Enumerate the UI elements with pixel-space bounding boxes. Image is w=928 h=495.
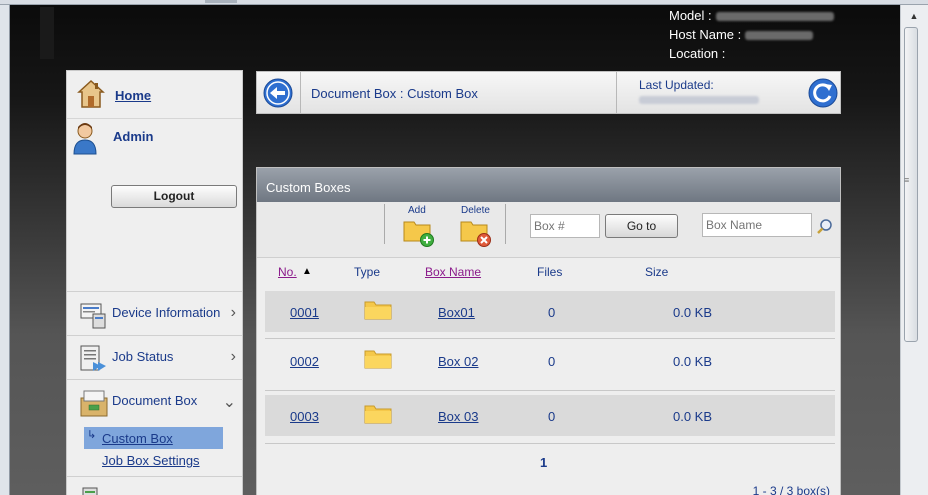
logout-button[interactable]: Logout (111, 185, 237, 208)
home-link[interactable]: Home (115, 88, 151, 103)
files-count: 0 (548, 354, 556, 369)
sort-ascending-icon: ▲ (302, 266, 312, 277)
custom-boxes-panel: Custom Boxes Add Delete Box # Go to Box … (256, 167, 841, 495)
host-info: Host Name : (669, 27, 814, 42)
sidebar-item-label: Job Status (112, 349, 174, 364)
page-header-bar: Document Box : Custom Box Last Updated: (256, 71, 841, 114)
goto-button[interactable]: Go to (605, 214, 678, 238)
box-number-input[interactable] (530, 214, 600, 238)
window-tab-edge (205, 0, 237, 3)
back-arrow-icon[interactable] (263, 78, 293, 108)
admin-avatar-icon (71, 121, 99, 158)
window-left-frame (0, 5, 10, 495)
admin-label: Admin (113, 129, 154, 144)
scrollbar-grip-icon: ≡ (904, 175, 910, 185)
model-label: Model : (669, 8, 712, 23)
box-name-link[interactable]: Box01 (438, 305, 475, 320)
sidebar-item-device-information[interactable]: Device Information › (67, 291, 242, 335)
box-count: 1 - 3 / 3 box(s) (752, 484, 830, 495)
sidebar-item-label: Device Information (112, 305, 221, 320)
host-value-redacted (745, 31, 814, 41)
sidebar-divider (67, 476, 242, 477)
box-size: 0.0 KB (673, 354, 713, 369)
box-size: 0.0 KB (673, 409, 713, 424)
sidebar-sub-item-job-box-settings[interactable]: Job Box Settings (102, 453, 200, 468)
table-header: No. ▲ Type Box Name Files Size (257, 258, 840, 288)
brand-logo-area (40, 7, 54, 59)
panel-title: Custom Boxes (257, 168, 840, 202)
toolbar: Add Delete Go to (257, 202, 840, 258)
location-info: Location : (669, 46, 725, 61)
chevron-right-icon: › (230, 348, 236, 365)
host-label: Host Name : (669, 27, 742, 42)
search-icon[interactable] (816, 218, 834, 239)
sidebar-admin: Admin (67, 119, 242, 173)
delete-label: Delete (461, 205, 490, 216)
last-updated-value-redacted (639, 96, 759, 104)
sidebar-sub-item-custom-box[interactable]: ↳ Custom Box (84, 427, 223, 449)
box-name-link[interactable]: Box 02 (438, 354, 478, 369)
column-header-type: Type (354, 265, 381, 279)
folder-icon (364, 404, 392, 427)
table-row: 0002 Box 02 0 0.0 KB (265, 340, 835, 381)
folder-icon (364, 349, 392, 372)
column-header-files: Files (537, 265, 563, 279)
add-box-icon[interactable] (403, 216, 435, 251)
page-background: Model : Host Name : Location : Home Admi… (10, 5, 900, 495)
scroll-up-arrow-icon[interactable]: ▲ (904, 7, 924, 25)
model-value-redacted (715, 12, 834, 22)
sidebar: Home Admin Logout Device Information › J… (66, 70, 243, 495)
refresh-icon[interactable] (808, 78, 838, 108)
chevron-down-icon: ⌄ (222, 394, 236, 411)
model-info: Model : (669, 8, 834, 23)
page-number[interactable]: 1 (540, 455, 547, 470)
files-count: 0 (548, 409, 556, 424)
files-count: 0 (548, 305, 556, 320)
job-status-icon (79, 344, 109, 377)
row-divider (265, 390, 835, 391)
sidebar-item-job-status[interactable]: Job Status › (67, 335, 242, 379)
header-divider (300, 72, 301, 113)
toolbar-divider (505, 204, 506, 244)
chevron-right-icon: › (230, 304, 236, 321)
location-label: Location : (669, 46, 726, 61)
table-row: 0003 Box 03 0 0.0 KB (265, 395, 835, 436)
more-menu-icon[interactable] (81, 486, 105, 495)
box-size: 0.0 KB (673, 305, 713, 320)
add-label: Add (408, 205, 426, 216)
box-number-link[interactable]: 0003 (290, 409, 319, 424)
column-header-box-name[interactable]: Box Name (425, 265, 481, 279)
box-number-link[interactable]: 0001 (290, 305, 319, 320)
column-header-no[interactable]: No. (278, 265, 297, 279)
sidebar-home: Home (67, 71, 242, 119)
box-name-link[interactable]: Box 03 (438, 409, 478, 424)
box-number-link[interactable]: 0002 (290, 354, 319, 369)
document-box-icon (79, 388, 109, 421)
delete-box-icon[interactable] (460, 216, 492, 251)
home-icon (77, 79, 105, 112)
table-row: 0001 Box01 0 0.0 KB (265, 291, 835, 332)
last-updated-label: Last Updated: (639, 78, 714, 92)
column-header-size: Size (645, 265, 669, 279)
toolbar-divider (384, 204, 385, 244)
sub-item-label: Custom Box (102, 431, 173, 446)
folder-icon (364, 300, 392, 323)
row-divider (265, 338, 835, 339)
device-info-icon (79, 300, 109, 333)
vertical-scrollbar[interactable]: ▲ ≡ (900, 5, 928, 495)
sub-item-arrow-icon: ↳ (87, 429, 97, 441)
box-name-search-input[interactable] (702, 213, 812, 237)
sidebar-item-document-box[interactable]: Document Box ⌄ (67, 379, 242, 423)
breadcrumb: Document Box : Custom Box (311, 86, 478, 101)
sidebar-item-label: Document Box (112, 393, 198, 408)
header-divider (616, 72, 617, 113)
row-divider (265, 443, 835, 444)
